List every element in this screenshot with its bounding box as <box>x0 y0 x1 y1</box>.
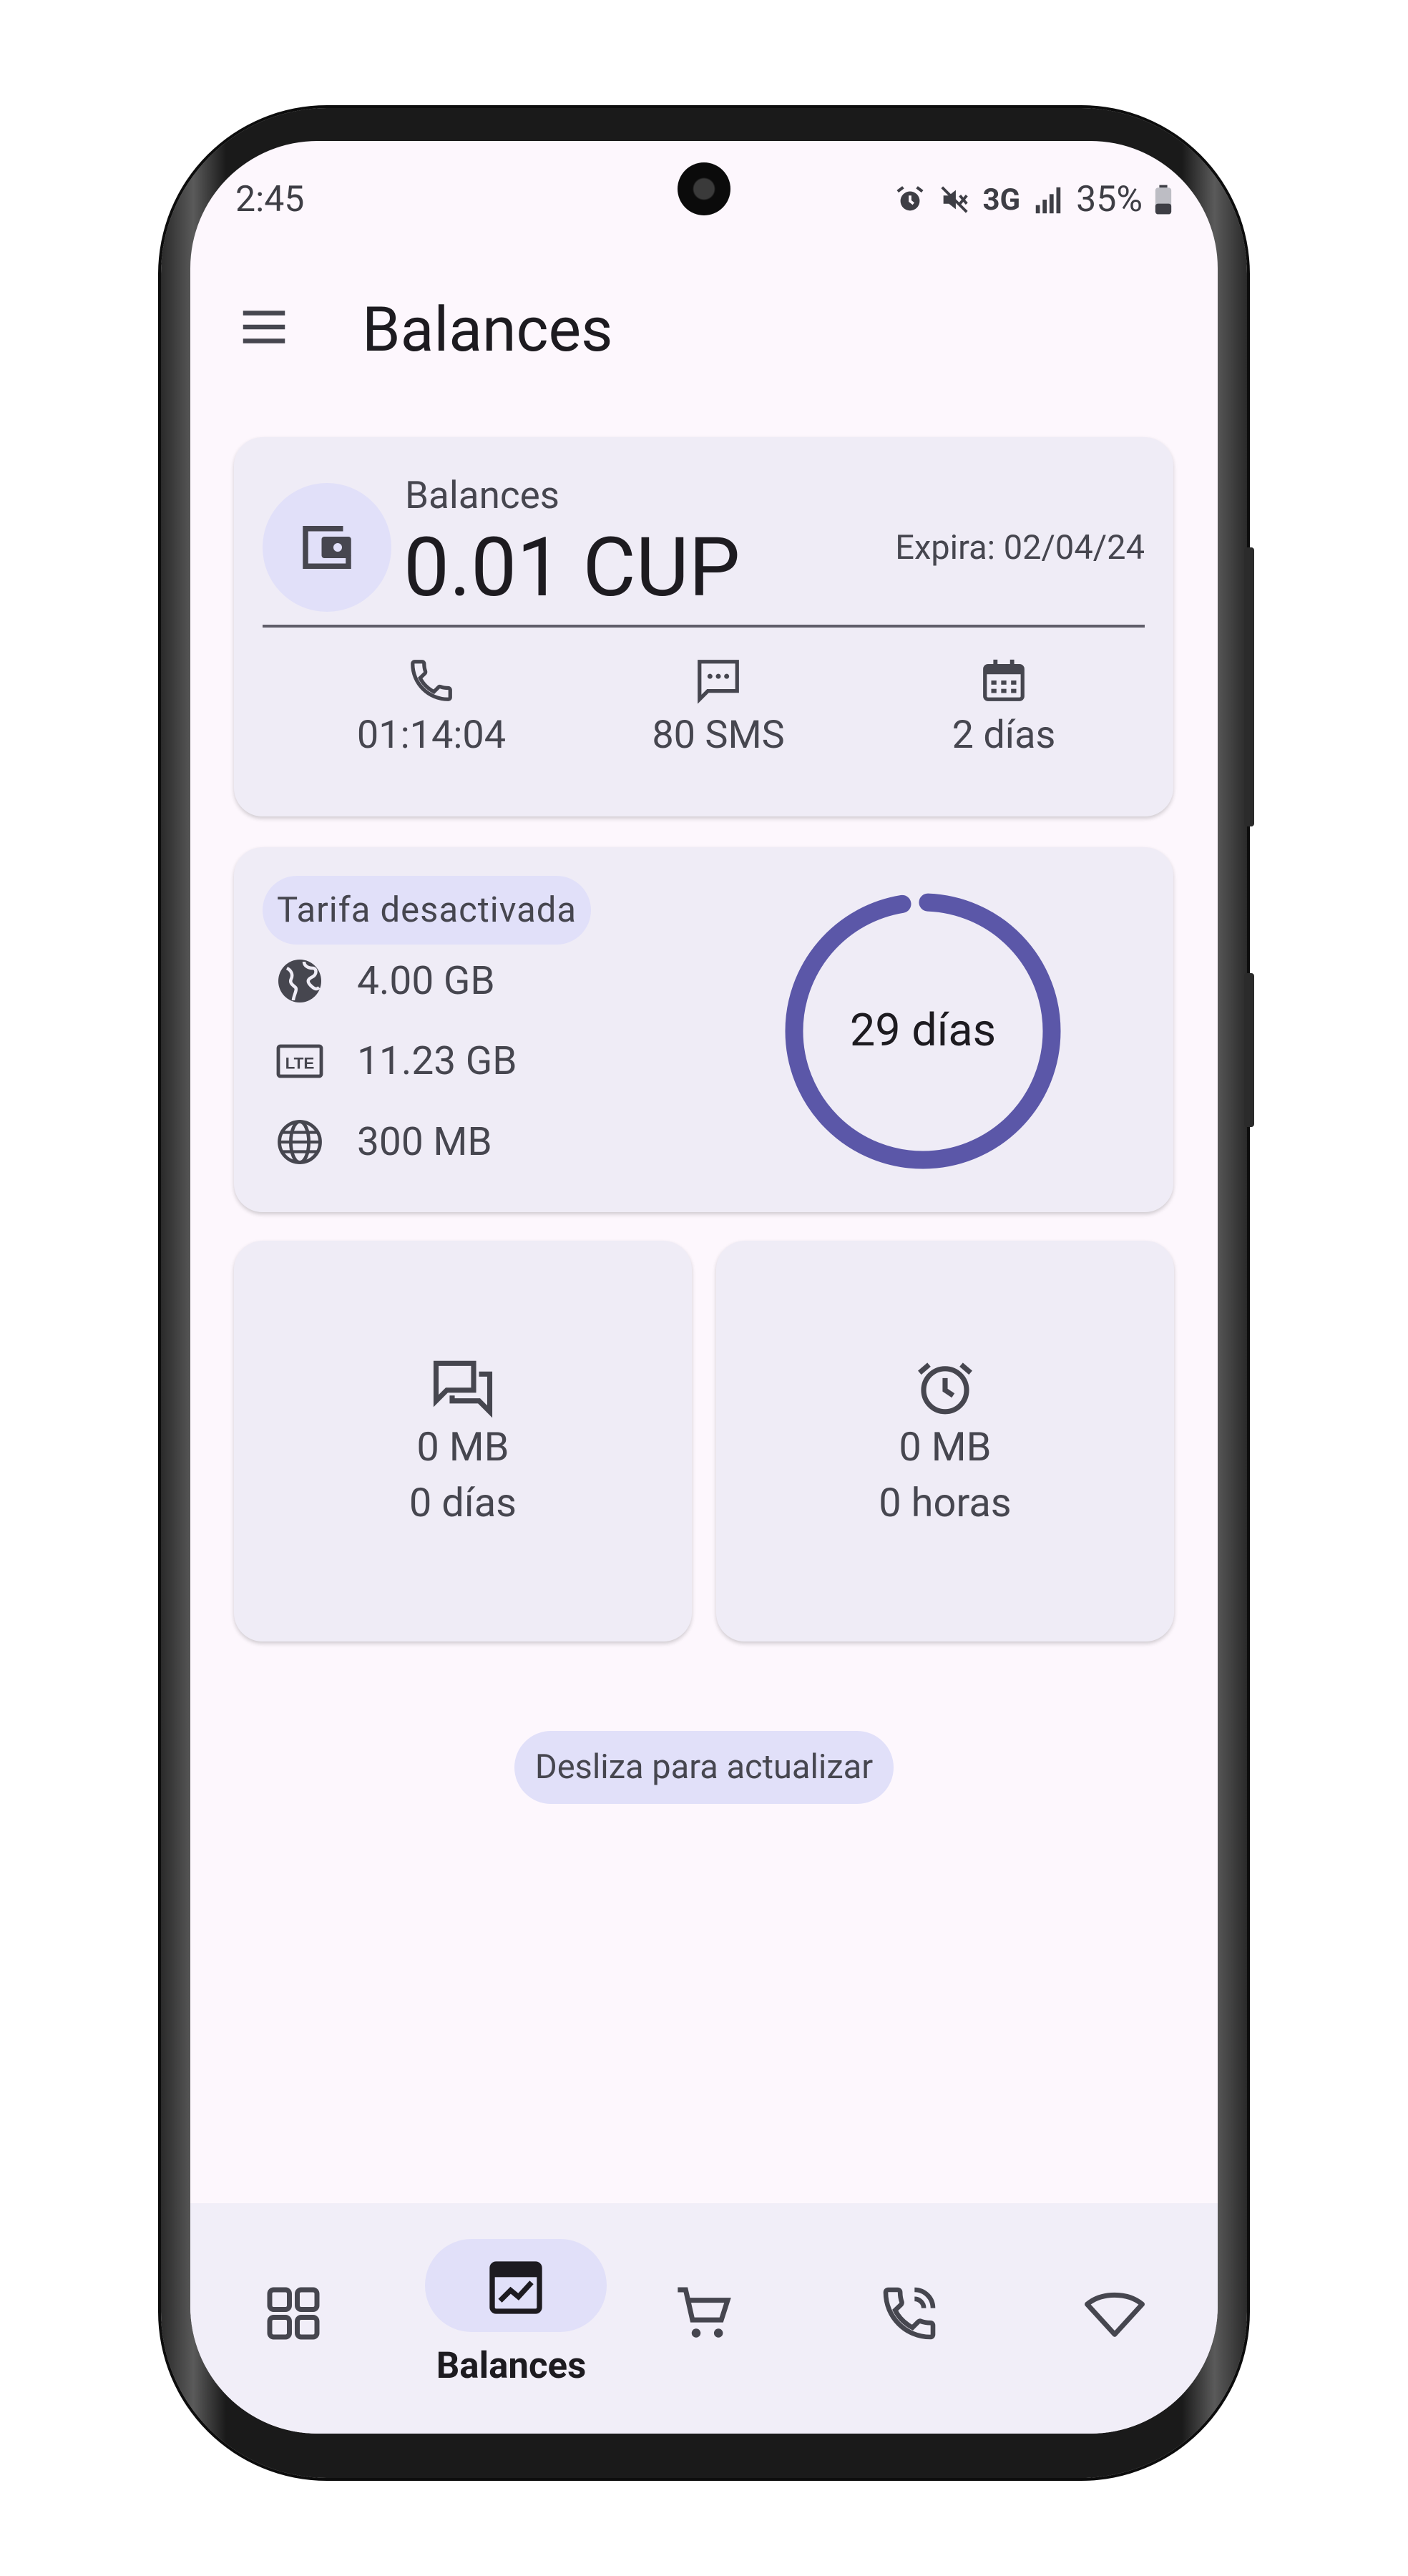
signal-icon <box>1035 187 1061 214</box>
data-international-value: 4.00 GB <box>357 958 495 1004</box>
nav-item-balances-label: Balances <box>436 2345 587 2387</box>
calendar-icon <box>983 659 1025 701</box>
chat-icon <box>433 1360 493 1418</box>
balance-card[interactable]: Balances 0.01 CUP Expira: 02/04/24 01:14… <box>234 437 1173 816</box>
stat-minutes: 01:14:04 <box>303 655 560 758</box>
lte-icon: LTE <box>276 1044 323 1078</box>
bonus-card-hours[interactable]: 0 MB 0 horas <box>716 1241 1174 1641</box>
nav-item-balances[interactable]: Balances <box>396 2203 607 2434</box>
plan-card[interactable]: Tarifa desactivada 4.00 GB LTE 11.23 GB … <box>234 847 1173 1212</box>
menu-icon[interactable] <box>236 299 292 355</box>
pull-to-refresh-hint: Desliza para actualizar <box>514 1731 894 1804</box>
balance-expiry: Expira: 02/04/24 <box>895 528 1145 567</box>
status-bar: 2:45 3G 35% <box>190 141 1218 234</box>
stat-minutes-value: 01:14:04 <box>356 713 507 758</box>
mute-icon <box>941 186 969 213</box>
nav-item-wifi[interactable] <box>1012 2203 1217 2434</box>
status-icons: 3G 35% <box>894 179 1173 220</box>
cart-icon <box>678 2287 731 2338</box>
globe-filled-icon <box>278 960 321 1002</box>
days-remaining: 29 días <box>849 1005 997 1057</box>
nav-item-shop[interactable] <box>601 2203 806 2434</box>
phone-call-icon <box>883 2287 936 2340</box>
wifi-icon <box>1085 2292 1145 2337</box>
alarm-icon <box>896 186 924 211</box>
volume-button <box>1244 547 1254 826</box>
bonus-messaging-days: 0 días <box>409 1479 517 1526</box>
balance-label: Balances <box>405 473 560 517</box>
bonus-hours-duration: 0 horas <box>879 1479 1012 1526</box>
data-row-lte: LTE 11.23 GB <box>274 1035 517 1087</box>
alarm-clock-icon <box>918 1362 972 1415</box>
bottom-navigation: Balances <box>190 2203 1218 2434</box>
globe-outline-icon <box>278 1120 322 1164</box>
power-button <box>1244 973 1254 1127</box>
stat-sms: 80 SMS <box>590 655 847 758</box>
bonus-messaging-data: 0 MB <box>416 1423 509 1470</box>
balance-amount: 0.01 CUP <box>404 519 740 615</box>
stat-sms-value: 80 SMS <box>652 713 785 758</box>
data-row-international: 4.00 GB <box>274 955 495 1007</box>
nav-item-calls[interactable] <box>806 2203 1012 2434</box>
wallet-icon <box>303 526 351 569</box>
wallet-avatar <box>263 483 391 612</box>
data-national-value: 300 MB <box>357 1119 492 1165</box>
app-bar: Balances <box>190 273 1218 381</box>
data-row-national: 300 MB <box>274 1116 492 1168</box>
bonus-hours-data: 0 MB <box>899 1423 992 1470</box>
plan-status-chip: Tarifa desactivada <box>263 876 592 945</box>
divider <box>263 625 1145 628</box>
battery-percent: 35% <box>1076 179 1143 220</box>
front-camera <box>678 162 730 215</box>
grid-icon <box>267 2287 320 2340</box>
phone-icon <box>411 660 452 701</box>
bonus-card-messaging[interactable]: 0 MB 0 días <box>234 1241 692 1641</box>
status-time: 2:45 <box>235 179 305 220</box>
stat-days-value: 2 días <box>952 713 1056 758</box>
balances-chart-icon <box>489 2261 542 2314</box>
page-title: Balances <box>362 293 613 366</box>
battery-icon <box>1155 185 1172 215</box>
phone-screen: 2:45 3G 35% Balances Balances 0.01 CUP E… <box>190 141 1218 2434</box>
data-lte-value: 11.23 GB <box>357 1038 517 1084</box>
network-type: 3G <box>982 182 1021 218</box>
stat-days: 2 días <box>875 655 1133 758</box>
sms-icon <box>698 660 739 704</box>
nav-item-dashboard[interactable] <box>190 2203 396 2434</box>
svg-text:LTE: LTE <box>285 1055 315 1073</box>
